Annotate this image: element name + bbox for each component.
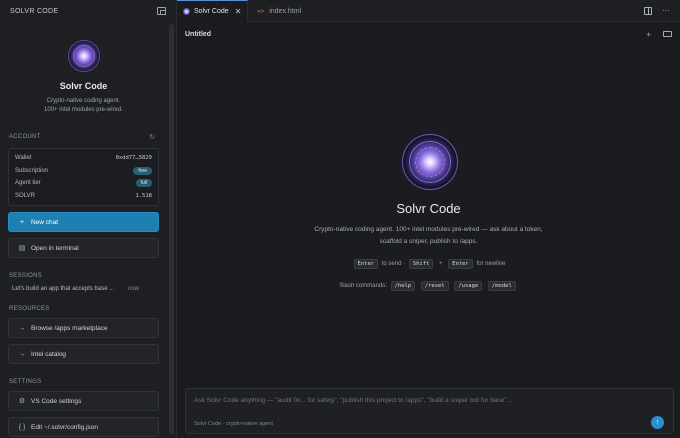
chat-panel: Untitled + Solvr Code Crypto-native codi…: [177, 22, 680, 438]
tier-badge: full: [135, 179, 152, 188]
hero-description: Crypto-native coding agent. 100+ intel m…: [314, 226, 543, 245]
account-row-tier: Agent tier full: [15, 177, 152, 190]
wallet-address: 0xdd77…5829: [115, 155, 152, 162]
sidebar-scrollbar[interactable]: [169, 24, 174, 434]
session-title: Let's build an app that accepts base ...: [12, 286, 115, 292]
app-description: Crypto-native coding agent. 100+ intel m…: [44, 98, 123, 113]
settings-label: SETTINGS: [9, 379, 42, 385]
braces-icon: { }: [18, 423, 26, 431]
sidebar: SOLVR CODE Solvr Code Crypto-native codi…: [0, 0, 177, 438]
tab-tools: ···: [644, 7, 670, 15]
vscode-settings-button[interactable]: ⚙ VS Code settings: [8, 391, 159, 411]
composer[interactable]: Ask Solvr Code anything — "audit 0x... f…: [185, 388, 674, 434]
html-file-icon: <>: [257, 7, 265, 15]
enter-key: Enter: [353, 259, 379, 269]
refresh-icon[interactable]: ↻: [149, 133, 155, 141]
command-usage[interactable]: /usage: [454, 281, 483, 291]
gear-icon: ⚙: [18, 398, 26, 405]
new-chat-button[interactable]: + New chat: [8, 212, 159, 232]
command-model[interactable]: /model: [487, 281, 516, 291]
command-help[interactable]: /help: [390, 281, 416, 291]
split-editor-icon[interactable]: [644, 7, 652, 15]
enter-key: Enter: [448, 259, 473, 269]
open-terminal-button[interactable]: ▤ Open in terminal: [8, 238, 159, 258]
chat-input[interactable]: Ask Solvr Code anything — "audit 0x... f…: [194, 397, 513, 404]
arrow-right-icon: →: [18, 350, 26, 358]
account-box: Wallet 0xdd77…5829 Subscription free Age…: [8, 148, 159, 206]
solvr-tab-icon: [183, 8, 190, 15]
account-row-solvr: SOLVR 1.518: [15, 192, 152, 199]
sidebar-title: SOLVR CODE: [10, 7, 59, 15]
resources-label: RESOURCES: [9, 306, 50, 312]
keyboard-icon[interactable]: [663, 31, 672, 37]
solvr-logo: [67, 40, 100, 72]
account-label: ACCOUNT: [9, 134, 41, 140]
new-window-icon[interactable]: [157, 7, 166, 15]
arrow-right-icon: →: [18, 324, 26, 332]
session-item[interactable]: Let's build an app that accepts base ...…: [12, 286, 159, 292]
doc-title: Untitled: [185, 30, 212, 38]
session-time: now: [127, 286, 139, 292]
add-icon[interactable]: +: [646, 30, 651, 39]
solvr-balance: 1.518: [135, 192, 152, 199]
composer-footer: Solvr Code · crypto-native agent: [194, 421, 273, 427]
subscription-badge: free: [133, 166, 152, 175]
account-header: ACCOUNT ↻: [0, 133, 167, 141]
hero-logo: [402, 134, 458, 190]
close-icon[interactable]: ✕: [235, 7, 242, 16]
slash-commands-hint: Slash commands: /help /reset /usage /mod…: [177, 281, 680, 291]
more-icon[interactable]: ···: [662, 7, 670, 15]
command-reset[interactable]: /reset: [420, 281, 449, 291]
app-name: Solvr Code: [59, 81, 108, 91]
terminal-icon: ▤: [18, 245, 26, 252]
sidebar-header: SOLVR CODE: [0, 0, 176, 22]
account-row-wallet: Wallet 0xdd77…5829: [15, 155, 152, 162]
tab-bar: Solvr Code ✕ <> index.html ···: [177, 0, 680, 22]
account-row-subscription: Subscription free: [15, 165, 152, 178]
send-button[interactable]: ↑: [651, 416, 664, 429]
edit-config-button[interactable]: { } Edit ~/.solvr/config.json: [8, 417, 159, 437]
tab-solvr-code[interactable]: Solvr Code ✕: [177, 0, 248, 22]
tab-index-html[interactable]: <> index.html: [249, 0, 329, 22]
hero-title: Solvr Code: [396, 201, 461, 216]
panel-header: Untitled +: [177, 22, 680, 46]
sessions-label: SESSIONS: [9, 273, 43, 279]
plus-icon: +: [19, 218, 25, 226]
intel-catalog-button[interactable]: → Intel catalog: [8, 344, 159, 364]
browse-apps-button[interactable]: → Browse /apps marketplace: [8, 318, 159, 338]
shift-key: Shift: [408, 259, 434, 269]
keyboard-hint: Enter to send · Shift + Enter for newlin…: [177, 259, 680, 269]
